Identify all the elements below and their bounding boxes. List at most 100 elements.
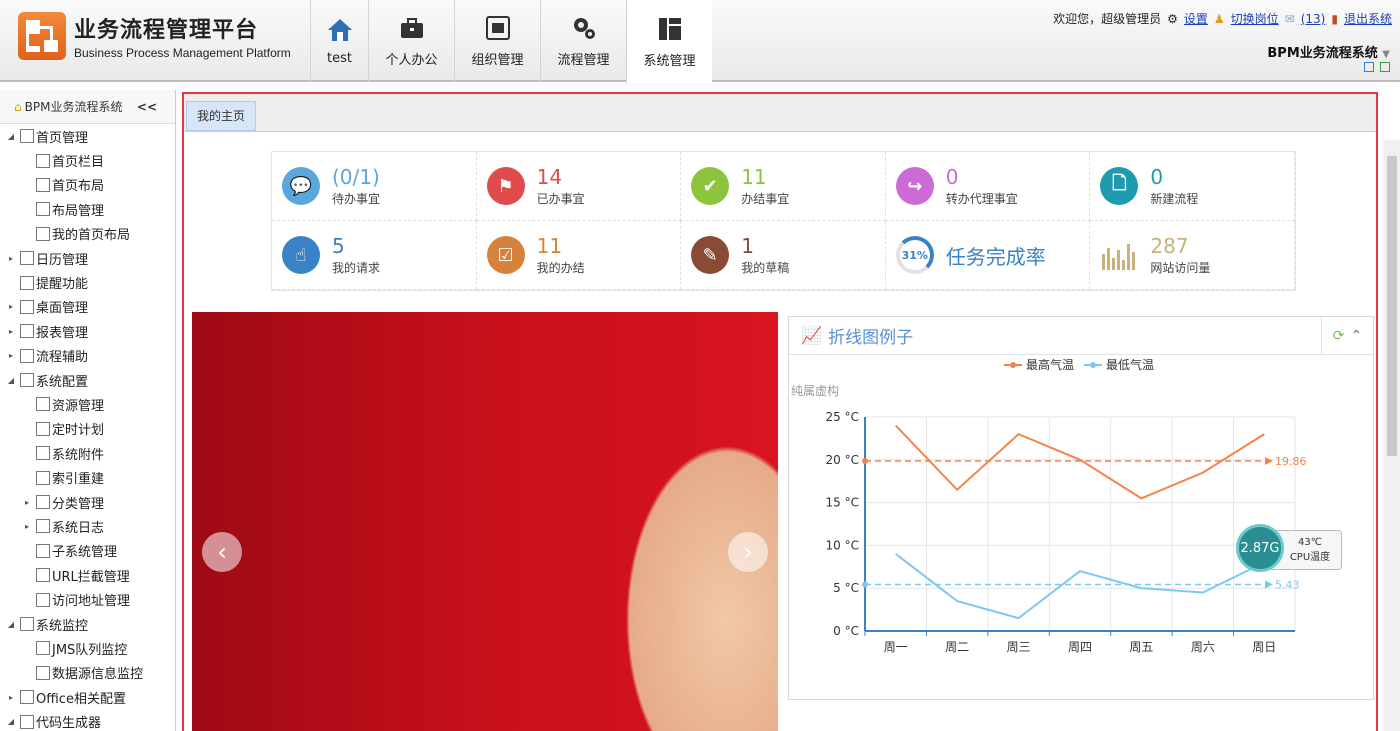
stat-card[interactable]: ⚑ 14 已办事宜 bbox=[476, 152, 682, 221]
sidebar-item[interactable]: 系统附件 bbox=[0, 441, 175, 465]
stat-card[interactable]: ☑ 11 我的办结 bbox=[476, 221, 682, 290]
nav-label: test bbox=[327, 50, 352, 66]
expand-arrow-icon[interactable]: ▸ bbox=[22, 498, 32, 507]
cpu-widget[interactable]: 2.87G 43℃ CPU温度 bbox=[1236, 524, 1344, 576]
settings-link[interactable]: 设置 bbox=[1184, 10, 1208, 27]
settings-icon: ⚙ bbox=[1167, 11, 1178, 26]
expand-arrow-icon[interactable]: ▸ bbox=[6, 693, 16, 702]
sidebar-item-label: 访问地址管理 bbox=[52, 594, 131, 610]
collapse-icon[interactable]: ⌃ bbox=[1351, 328, 1363, 344]
mail-icon: ✉ bbox=[1284, 11, 1295, 26]
sidebar-item[interactable]: 提醒功能 bbox=[0, 270, 175, 294]
stat-card[interactable]: 💬 (0/1) 待办事宜 bbox=[272, 152, 477, 221]
sidebar-item[interactable]: ◢ 系统监控 bbox=[0, 612, 175, 636]
sidebar-item[interactable]: URL拦截管理 bbox=[0, 563, 175, 587]
stat-card[interactable]: ✔ 11 办结事宜 bbox=[681, 152, 886, 221]
nav-test[interactable]: test bbox=[310, 0, 368, 82]
menu-item-icon bbox=[20, 324, 34, 339]
y-tick-label: 5 °C bbox=[833, 581, 859, 595]
sidebar-item[interactable]: 资源管理 bbox=[0, 392, 175, 416]
carousel-prev-button[interactable]: ‹ bbox=[202, 532, 242, 572]
tab-my-home[interactable]: 我的主页 bbox=[186, 101, 257, 131]
stat-card[interactable]: ☝ 5 我的请求 bbox=[272, 221, 477, 290]
sidebar-item[interactable]: ◢ 系统配置 bbox=[0, 368, 175, 392]
stat-label: 我的草稿 bbox=[741, 260, 790, 275]
gears-icon bbox=[571, 15, 597, 41]
stat-card[interactable]: ↪ 0 转办代理事宜 bbox=[885, 152, 1091, 221]
sidebar-item[interactable]: ◢ 代码生成器 bbox=[0, 709, 175, 731]
stat-label: 新建流程 bbox=[1150, 191, 1199, 206]
sidebar-item[interactable]: ▸ 报表管理 bbox=[0, 319, 175, 343]
sidebar-item-label: 报表管理 bbox=[36, 325, 89, 341]
nav-org-management[interactable]: 组织管理 bbox=[454, 0, 540, 82]
edit-icon: ✎ bbox=[691, 236, 730, 274]
chart-subtitle: 纯属虚构 bbox=[791, 383, 839, 398]
carousel-next-button[interactable]: › bbox=[728, 532, 768, 572]
sidebar-item[interactable]: 数据源信息监控 bbox=[0, 661, 175, 685]
x-tick-label: 周四 bbox=[1068, 640, 1092, 654]
nav-label: 个人办公 bbox=[385, 52, 438, 68]
sidebar-item[interactable]: ▸ 分类管理 bbox=[0, 490, 175, 514]
monitor-icon[interactable] bbox=[1380, 62, 1390, 72]
stat-card[interactable]: 31% 任务完成率 bbox=[885, 221, 1091, 290]
messages-link[interactable]: (13) bbox=[1301, 12, 1326, 26]
sidebar-item[interactable]: ▸ 系统日志 bbox=[0, 514, 175, 538]
sidebar-item[interactable]: 首页布局 bbox=[0, 173, 175, 197]
window-icon[interactable] bbox=[1364, 62, 1374, 72]
expand-arrow-icon[interactable]: ▸ bbox=[6, 254, 16, 263]
expand-arrow-icon[interactable]: ▸ bbox=[6, 327, 16, 336]
sidebar-item[interactable]: ▸ 流程辅助 bbox=[0, 344, 175, 368]
expand-arrow-icon[interactable]: ◢ bbox=[6, 717, 16, 726]
chart-panel-title: 折线图例子 bbox=[828, 328, 914, 348]
stat-card[interactable]: 🗋 0 新建流程 bbox=[1090, 152, 1295, 221]
logo-mark-icon bbox=[18, 12, 66, 60]
expand-arrow-icon[interactable]: ▸ bbox=[22, 522, 32, 531]
sidebar-item[interactable]: 索引重建 bbox=[0, 465, 175, 489]
expand-arrow-icon[interactable]: ◢ bbox=[6, 620, 16, 629]
nav-system-management[interactable]: 系统管理 bbox=[626, 0, 712, 84]
scrollbar-thumb[interactable] bbox=[1387, 156, 1397, 456]
sidebar-item[interactable]: 定时计划 bbox=[0, 417, 175, 441]
system-name: BPM业务流程系统 bbox=[1267, 46, 1378, 61]
stat-count: 1 bbox=[741, 233, 754, 258]
app-logo[interactable]: 业务流程管理平台 Business Process Management Pla… bbox=[18, 12, 291, 60]
sidebar-item[interactable]: 访问地址管理 bbox=[0, 587, 175, 611]
sidebar-item-label: 流程辅助 bbox=[36, 350, 89, 366]
line-chart-icon: 📈 bbox=[801, 325, 823, 346]
page-scrollbar[interactable] bbox=[1384, 140, 1400, 731]
sidebar-item[interactable]: 我的首页布局 bbox=[0, 222, 175, 246]
sidebar-item[interactable]: 首页栏目 bbox=[0, 148, 175, 172]
refresh-icon[interactable]: ⟳ bbox=[1333, 328, 1345, 344]
chart-panel-header: 📈 折线图例子 ⟳ ⌃ bbox=[789, 316, 1373, 355]
org-icon bbox=[485, 15, 511, 41]
sidebar-item[interactable]: ▸ 桌面管理 bbox=[0, 295, 175, 319]
system-selector[interactable]: BPM业务流程系统 ▼ bbox=[1267, 42, 1390, 61]
expand-arrow-icon[interactable]: ◢ bbox=[6, 376, 16, 385]
y-tick-label: 25 °C bbox=[826, 410, 859, 424]
home-icon bbox=[327, 17, 353, 43]
sidebar-item[interactable]: 子系统管理 bbox=[0, 539, 175, 563]
collapse-button[interactable]: << bbox=[137, 100, 157, 114]
sidebar-item-label: 子系统管理 bbox=[52, 545, 118, 561]
sidebar-item[interactable]: JMS队列监控 bbox=[0, 636, 175, 660]
sidebar-item[interactable]: ▸ Office相关配置 bbox=[0, 685, 175, 709]
nav-process-management[interactable]: 流程管理 bbox=[540, 0, 626, 82]
expand-arrow-icon[interactable]: ▸ bbox=[6, 351, 16, 360]
expand-arrow-icon[interactable]: ▸ bbox=[6, 302, 16, 311]
menu-item-icon bbox=[20, 714, 34, 729]
image-carousel: ‹ › bbox=[192, 312, 778, 731]
switch-post-link[interactable]: 切换岗位 bbox=[1231, 10, 1279, 27]
menu-item-icon bbox=[20, 373, 34, 388]
expand-arrow-icon[interactable]: ◢ bbox=[6, 132, 16, 141]
sidebar-item-label: 首页管理 bbox=[36, 130, 89, 146]
nav-personal-office[interactable]: 个人办公 bbox=[368, 0, 454, 82]
sidebar-item[interactable]: 布局管理 bbox=[0, 197, 175, 221]
logout-link[interactable]: 退出系统 bbox=[1344, 10, 1392, 27]
app-title: 业务流程管理平台 bbox=[74, 18, 259, 43]
progress-ring-icon: 31% bbox=[895, 236, 934, 274]
sidebar-item[interactable]: ◢ 首页管理 bbox=[0, 124, 175, 148]
stats-grid: 💬 (0/1) 待办事宜 ⚑ 14 已办事宜 ✔ 11 办结事宜 ↪ 0 转办代理事宜 🗋 0 新建流程 ☝ 5… bbox=[271, 151, 1296, 291]
sidebar-item[interactable]: ▸ 日历管理 bbox=[0, 246, 175, 270]
stat-card[interactable]: 287 网站访问量 bbox=[1090, 221, 1295, 290]
stat-card[interactable]: ✎ 1 我的草稿 bbox=[681, 221, 886, 290]
